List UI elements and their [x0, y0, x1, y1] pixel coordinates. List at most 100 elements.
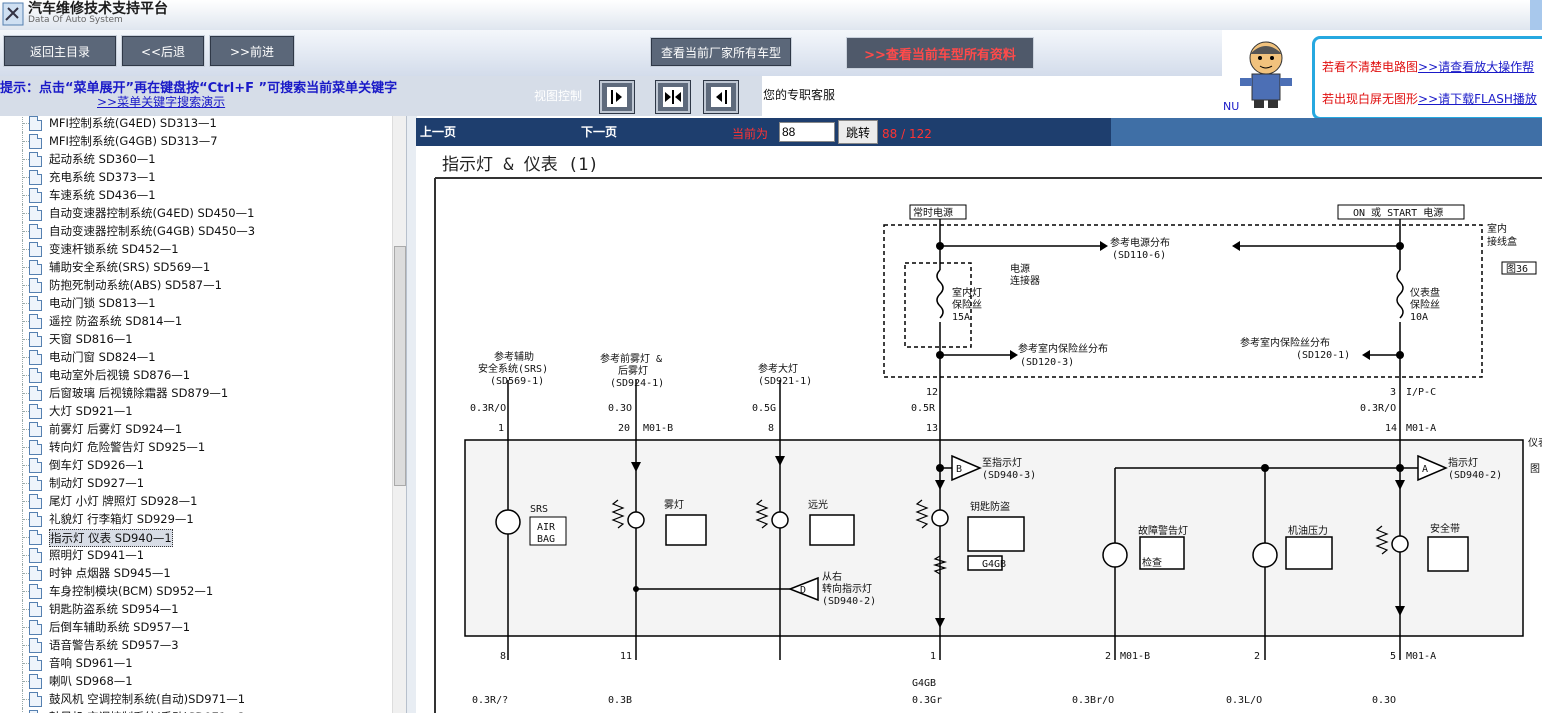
document-icon — [29, 368, 42, 383]
diagram-label: G4GB — [912, 678, 936, 689]
title-edge — [1530, 0, 1542, 30]
diagram-label: 15A — [952, 312, 970, 323]
diagram-label: 仪表盘 — [1410, 286, 1440, 299]
diagram-label: AIR — [537, 522, 556, 533]
tree-item[interactable]: 音响 SD961—1 — [0, 654, 392, 672]
diagram-label: I/P-C — [1406, 387, 1436, 398]
tree-item[interactable]: 车速系统 SD436—1 — [0, 186, 392, 204]
flash-download-link[interactable]: >>请下载FLASH播放 — [1418, 92, 1537, 106]
page-number-input[interactable] — [779, 122, 835, 142]
tree-item[interactable]: 自动变速器控制系统(G4ED) SD450—1 — [0, 204, 392, 222]
document-icon — [29, 224, 42, 239]
diagram-label: 指示灯 — [1448, 456, 1478, 469]
tree-item[interactable]: 倒车灯 SD926—1 — [0, 456, 392, 474]
document-icon — [29, 530, 42, 545]
tree-item[interactable]: 鼓风机 空调控制系统(手动)SD971—2 — [0, 708, 392, 713]
tree-item[interactable]: 尾灯 小灯 牌照灯 SD928—1 — [0, 492, 392, 510]
arrow-left-icon — [716, 90, 727, 104]
document-icon — [29, 242, 42, 257]
tree-item[interactable]: 遥控 防盗系统 SD814—1 — [0, 312, 392, 330]
diagram-label: 0.5G — [752, 403, 776, 414]
menu-scrollbar[interactable] — [392, 116, 407, 713]
all-models-button[interactable]: 查看当前厂家所有车型 — [650, 37, 792, 67]
diagram-label: 0.3R/? — [472, 695, 508, 706]
tree-item[interactable]: 时钟 点烟器 SD945—1 — [0, 564, 392, 582]
forward-button[interactable]: >>前进 — [209, 35, 295, 67]
tree-item[interactable]: 自动变速器控制系统(G4GB) SD450—3 — [0, 222, 392, 240]
zoom-help-link[interactable]: >>请查看放大操作帮 — [1418, 60, 1534, 74]
next-page-link[interactable]: 下一页 — [581, 123, 617, 140]
menu-scroll-thumb[interactable] — [394, 246, 406, 486]
document-icon — [29, 332, 42, 347]
nu-text: NU — [1223, 100, 1240, 113]
document-icon — [29, 404, 42, 419]
tree-item[interactable]: 指示灯 仪表 SD940—1 — [0, 528, 392, 547]
diagram-label: 至指示灯 — [982, 456, 1022, 469]
diagram-label: 远光 — [808, 498, 828, 511]
tree-item[interactable]: 起动系统 SD360—1 — [0, 150, 392, 168]
document-icon — [29, 170, 42, 185]
tree-item[interactable]: 辅助安全系统(SRS) SD569—1 — [0, 258, 392, 276]
app-logo-icon — [2, 2, 24, 26]
tree-item[interactable]: 语音警告系统 SD957—3 — [0, 636, 392, 654]
diagram-label: 常时电源 — [913, 206, 953, 219]
tree-item-label: 时钟 点烟器 SD945—1 — [49, 566, 171, 580]
tree-item[interactable]: 转向灯 危险警告灯 SD925—1 — [0, 438, 392, 456]
title-bar: 汽车维修技术支持平台 Data Of Auto System — [0, 0, 1542, 30]
wiring-diagram: 常时电源 ON 或 START 电源室内接线盒图36 参考电源分布(SD110-6)… — [434, 177, 1542, 713]
diagram-label: 电源 — [1010, 262, 1030, 275]
tree-item-label: 尾灯 小灯 牌照灯 SD928—1 — [49, 494, 198, 508]
diagram-label: 雾灯 — [664, 499, 684, 511]
document-icon — [29, 206, 42, 221]
diagram-label: 室内灯 — [952, 286, 982, 299]
tree-item[interactable]: 照明灯 SD941—1 — [0, 546, 392, 564]
split-icon — [665, 90, 681, 104]
mechanic-mascot-icon — [1240, 41, 1292, 108]
diagram-label: 0.3O — [608, 403, 632, 414]
view-expand-left-button[interactable] — [703, 80, 739, 114]
tree-item[interactable]: 电动室外后视镜 SD876—1 — [0, 366, 392, 384]
pager-bar-right — [1111, 118, 1542, 146]
tree-item[interactable]: 充电系统 SD373—1 — [0, 168, 392, 186]
tree-item[interactable]: 变速杆锁系统 SD452—1 — [0, 240, 392, 258]
all-docs-button[interactable]: >>查看当前车型所有资料 — [846, 37, 1034, 69]
tree-item-label: 前雾灯 后雾灯 SD924—1 — [49, 422, 183, 436]
tree-item[interactable]: 鼓风机 空调控制系统(自动)SD971—1 — [0, 690, 392, 708]
view-split-button[interactable] — [655, 80, 691, 114]
tree-item[interactable]: 钥匙防盗系统 SD954—1 — [0, 600, 392, 618]
tree-item[interactable]: 防抱死制动系统(ABS) SD587—1 — [0, 276, 392, 294]
back-button[interactable]: <<后退 — [121, 35, 205, 67]
prev-page-link[interactable]: 上一页 — [420, 123, 456, 140]
search-demo-link[interactable]: >>菜单关键字搜索演示 — [97, 93, 225, 110]
diagram-label: 保险丝 — [1410, 298, 1440, 311]
view-control-label: 视图控制 — [534, 89, 583, 103]
view-expand-right-button[interactable] — [599, 80, 635, 114]
home-button[interactable]: 返回主目录 — [3, 35, 117, 67]
tree-item-label: 辅助安全系统(SRS) SD569—1 — [49, 260, 211, 274]
tree-item[interactable]: 喇叭 SD968—1 — [0, 672, 392, 690]
diagram-label: 参考辅助 — [494, 350, 534, 363]
tree-item[interactable]: 后窗玻璃 后视镜除霜器 SD879—1 — [0, 384, 392, 402]
diagram-label: 13 — [926, 423, 938, 434]
tree-item-label: MFI控制系统(G4GB) SD313—7 — [49, 134, 218, 148]
tree-item[interactable]: 前雾灯 后雾灯 SD924—1 — [0, 420, 392, 438]
tree-item[interactable]: 制动灯 SD927—1 — [0, 474, 392, 492]
tree-item[interactable]: 电动门窗 SD824—1 — [0, 348, 392, 366]
document-icon — [29, 692, 42, 707]
document-icon — [29, 134, 42, 149]
document-icon — [29, 350, 42, 365]
tree-item[interactable]: 车身控制模块(BCM) SD952—1 — [0, 582, 392, 600]
tree-item[interactable]: MFI控制系统(G4ED) SD313—1 — [0, 116, 392, 132]
diagram-label: 从右 — [822, 570, 842, 583]
tree-item[interactable]: 后倒车辅助系统 SD957—1 — [0, 618, 392, 636]
jump-button[interactable]: 跳转 — [838, 120, 878, 144]
tree-item[interactable]: 大灯 SD921—1 — [0, 402, 392, 420]
document-icon — [29, 566, 42, 581]
tree-item[interactable]: 礼貌灯 行李箱灯 SD929—1 — [0, 510, 392, 528]
diagram-label: 0.3L/O — [1226, 695, 1262, 706]
document-icon — [29, 620, 42, 635]
tree-item[interactable]: 天窗 SD816—1 — [0, 330, 392, 348]
tree-item[interactable]: 电动门锁 SD813—1 — [0, 294, 392, 312]
diagram-label: B — [956, 464, 962, 475]
tree-item[interactable]: MFI控制系统(G4GB) SD313—7 — [0, 132, 392, 150]
